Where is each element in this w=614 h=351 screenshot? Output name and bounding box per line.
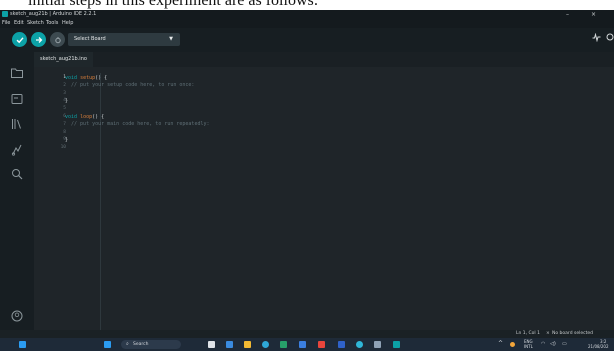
board-selector-label: Select Board bbox=[74, 36, 106, 42]
windows-taskbar: ⌕ Search ^ ENG INTL ◠ ◁) ▭ 3:2 21/08/202 bbox=[0, 338, 614, 351]
file-explorer-icon[interactable] bbox=[244, 341, 251, 348]
code-token: } bbox=[65, 97, 69, 104]
boards-manager-icon[interactable] bbox=[10, 91, 24, 105]
app-icon-1[interactable] bbox=[226, 341, 233, 348]
volume-icon[interactable]: ◁) bbox=[550, 341, 556, 347]
debug-icon bbox=[54, 36, 61, 43]
line-number: 4 bbox=[63, 98, 66, 104]
editor-tabs: sketch_aug21b.ino bbox=[34, 52, 614, 67]
wifi-icon[interactable]: ◠ bbox=[541, 341, 545, 347]
line-number: 3 bbox=[63, 90, 66, 96]
caption-text: initial steps in this experiment are as … bbox=[28, 0, 319, 9]
code-token: } bbox=[65, 136, 69, 143]
code-line[interactable]: void loop() { bbox=[65, 114, 104, 120]
line-number-gutter: 1 2 3 4 5 6 7 8 9 10 bbox=[34, 67, 66, 330]
code-token: loop bbox=[80, 113, 93, 120]
verify-button[interactable] bbox=[12, 32, 27, 47]
arduino-app-icon bbox=[2, 11, 8, 17]
activity-sidebar bbox=[0, 52, 34, 330]
line-number: 10 bbox=[60, 145, 66, 151]
status-bar: Ln 1, Col 1 × No board selected bbox=[0, 330, 614, 338]
line-number: 8 bbox=[63, 129, 66, 135]
chevron-down-icon: ▼ bbox=[169, 36, 173, 42]
document-caption: initial steps in this experiment are as … bbox=[0, 0, 614, 10]
menu-bar: File Edit Sketch Tools Help bbox=[0, 19, 614, 28]
app-icon-3[interactable] bbox=[299, 341, 306, 348]
code-line[interactable]: // put your setup code here, to run once… bbox=[65, 82, 194, 88]
code-line[interactable]: } bbox=[65, 137, 68, 143]
tab-sketch[interactable]: sketch_aug21b.ino bbox=[34, 52, 93, 67]
check-icon bbox=[16, 36, 24, 43]
code-token: setup bbox=[80, 74, 96, 81]
app-icon-4[interactable] bbox=[356, 341, 363, 348]
code-token: () { bbox=[95, 74, 108, 81]
start-icon[interactable] bbox=[19, 341, 26, 348]
menu-file[interactable]: File bbox=[2, 19, 10, 28]
office-icon[interactable] bbox=[318, 341, 325, 348]
arrow-right-icon bbox=[35, 36, 42, 43]
menu-help[interactable]: Help bbox=[62, 19, 73, 28]
upload-button[interactable] bbox=[31, 32, 46, 47]
library-manager-icon[interactable] bbox=[10, 116, 24, 130]
line-number: 5 bbox=[63, 106, 66, 112]
weather-icon[interactable] bbox=[510, 342, 515, 347]
debug-panel-icon[interactable] bbox=[10, 142, 24, 156]
sketchbook-folder-icon[interactable] bbox=[10, 65, 24, 79]
start-menu-icon[interactable] bbox=[104, 341, 111, 348]
title-bar: sketch_aug21b | Arduino IDE 2.2.1 – × bbox=[0, 10, 614, 19]
word-icon[interactable] bbox=[338, 341, 345, 348]
code-line[interactable]: // put your main code here, to run repea… bbox=[65, 121, 210, 128]
close-button[interactable]: × bbox=[591, 10, 596, 19]
line-number: 6 bbox=[63, 114, 66, 119]
code-token: // put your setup code here, to run once… bbox=[65, 82, 195, 89]
board-selector[interactable]: Select Board ▼ bbox=[68, 33, 180, 46]
menu-edit[interactable]: Edit bbox=[14, 19, 24, 28]
edge-icon[interactable] bbox=[262, 341, 269, 348]
arduino-taskbar-icon[interactable] bbox=[393, 341, 400, 348]
close-icon: × bbox=[546, 331, 550, 336]
task-view-icon[interactable] bbox=[208, 341, 215, 348]
code-token: // put your main code here, to run repea… bbox=[65, 121, 210, 128]
arduino-ide-screen: sketch_aug21b | Arduino IDE 2.2.1 – × Fi… bbox=[0, 10, 614, 351]
chevron-up-icon[interactable]: ^ bbox=[498, 341, 503, 347]
clock-date: 21/08/202 bbox=[588, 344, 609, 349]
menu-tools[interactable]: Tools bbox=[46, 19, 58, 28]
battery-icon[interactable]: ▭ bbox=[562, 341, 567, 347]
serial-monitor-icon[interactable] bbox=[606, 33, 614, 47]
board-status[interactable]: No board selected bbox=[552, 330, 593, 338]
search-icon: ⌕ bbox=[126, 341, 129, 347]
search-icon[interactable] bbox=[10, 166, 24, 180]
line-number: 7 bbox=[63, 121, 66, 127]
serial-plotter-icon[interactable] bbox=[592, 32, 601, 47]
indent-guide bbox=[100, 73, 101, 330]
app-icon-2[interactable] bbox=[280, 341, 287, 348]
cursor-position: Ln 1, Col 1 bbox=[516, 331, 540, 336]
code-token: void bbox=[65, 74, 78, 81]
menu-sketch[interactable]: Sketch bbox=[27, 19, 44, 28]
profile-icon[interactable] bbox=[10, 308, 24, 322]
toolbar: Select Board ▼ bbox=[0, 28, 614, 52]
taskbar-search-label: Search bbox=[133, 342, 149, 347]
code-token: () { bbox=[92, 113, 105, 120]
line-number: 2 bbox=[63, 82, 66, 88]
code-editor[interactable]: 1 2 3 4 5 6 7 8 9 10 void setup() { // put your s… bbox=[34, 67, 614, 330]
line-number: 9 bbox=[63, 137, 66, 143]
code-token: void bbox=[65, 113, 78, 120]
language-indicator-sub: INTL bbox=[524, 344, 533, 349]
app-icon-5[interactable] bbox=[374, 341, 381, 348]
taskbar-search[interactable]: ⌕ Search bbox=[121, 340, 181, 349]
window-title: sketch_aug21b | Arduino IDE 2.2.1 bbox=[10, 11, 97, 17]
line-number: 1 bbox=[63, 75, 66, 80]
debug-button[interactable] bbox=[50, 32, 65, 47]
code-line[interactable]: } bbox=[65, 98, 68, 104]
code-line[interactable]: void setup() { bbox=[65, 75, 107, 81]
minimize-button[interactable]: – bbox=[566, 10, 569, 19]
